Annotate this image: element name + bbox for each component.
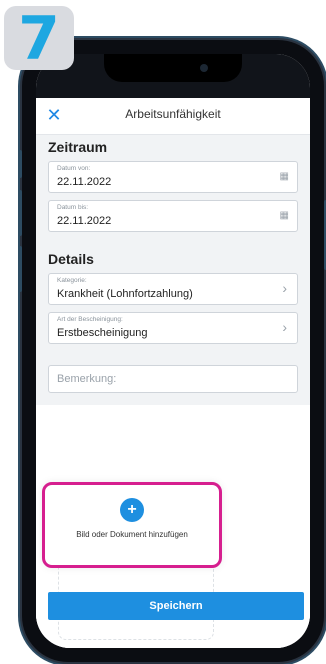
page-title: Arbeitsunfähigkeit xyxy=(125,107,221,121)
details-section: Details Kategorie: Krankheit (Lohnfortza… xyxy=(36,247,310,359)
notes-input[interactable]: Bemerkung: xyxy=(48,365,298,393)
calendar-icon: ▦ xyxy=(279,210,289,221)
date-from-label: Datum von: xyxy=(57,165,91,172)
date-to-field[interactable]: Datum bis: 22.11.2022 ▦ xyxy=(48,200,298,232)
category-select[interactable]: Kategorie: Krankheit (Lohnfortzahlung) › xyxy=(48,273,298,305)
status-bar xyxy=(36,54,310,98)
certificate-select[interactable]: Art der Bescheinigung: Erstbescheinigung… xyxy=(48,312,298,344)
zeitraum-section: Zeitraum Datum von: 22.11.2022 ▦ Datum b… xyxy=(36,135,310,247)
notch xyxy=(104,54,242,82)
phone-side-button xyxy=(18,246,22,292)
top-bar: ✕ Arbeitsunfähigkeit xyxy=(36,98,310,135)
notes-section: Bemerkung: xyxy=(36,359,310,405)
add-document-button[interactable]: + xyxy=(120,498,144,522)
camera-icon xyxy=(200,64,208,72)
step-number: 7 xyxy=(18,4,60,74)
section-heading-details: Details xyxy=(48,251,94,267)
date-to-label: Datum bis: xyxy=(57,204,89,211)
category-label: Kategorie: xyxy=(57,277,87,284)
certificate-label: Art der Bescheinigung: xyxy=(57,316,123,323)
phone-side-button xyxy=(18,190,22,236)
section-heading-zeitraum: Zeitraum xyxy=(48,139,108,155)
chevron-right-icon: › xyxy=(282,319,287,335)
certificate-value: Erstbescheinigung xyxy=(57,327,148,339)
calendar-icon: ▦ xyxy=(279,171,289,182)
step-badge: 7 xyxy=(4,4,74,74)
category-value: Krankheit (Lohnfortzahlung) xyxy=(57,288,193,300)
upload-highlight[interactable]: + Bild oder Dokument hinzufügen xyxy=(42,482,222,568)
chevron-right-icon: › xyxy=(282,280,287,296)
date-from-value: 22.11.2022 xyxy=(57,176,112,188)
close-icon[interactable]: ✕ xyxy=(44,105,64,125)
add-document-label: Bild oder Dokument hinzufügen xyxy=(76,530,188,539)
save-button[interactable]: Speichern xyxy=(48,592,304,620)
notes-placeholder: Bemerkung: xyxy=(57,373,117,385)
phone-side-button xyxy=(18,150,22,178)
phone-frame: ✕ Arbeitsunfähigkeit Zeitraum Datum von:… xyxy=(18,40,326,662)
date-to-value: 22.11.2022 xyxy=(57,215,112,227)
date-from-field[interactable]: Datum von: 22.11.2022 ▦ xyxy=(48,161,298,193)
